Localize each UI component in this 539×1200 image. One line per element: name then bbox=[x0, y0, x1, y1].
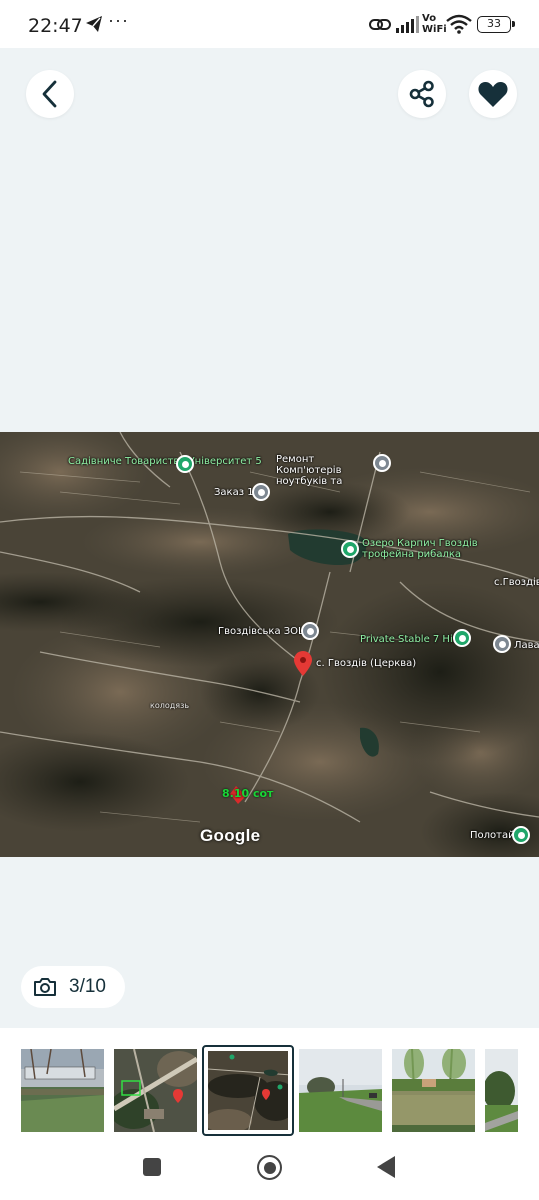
thumbnail-1[interactable] bbox=[21, 1049, 104, 1132]
map-pin-computer-repair[interactable] bbox=[373, 454, 391, 472]
map-pin-stable[interactable] bbox=[453, 629, 471, 647]
plot-area-label: 8.10 сот bbox=[222, 787, 274, 800]
link-icon bbox=[369, 19, 391, 30]
favorite-button[interactable] bbox=[469, 70, 517, 118]
map-pin-garden-society[interactable] bbox=[176, 455, 194, 473]
telegram-icon bbox=[86, 16, 102, 32]
share-icon bbox=[409, 80, 434, 108]
map-label-lava: Лава bbox=[514, 640, 539, 651]
thumbnail-3-image bbox=[208, 1051, 288, 1130]
back-button[interactable] bbox=[26, 70, 74, 118]
photo-counter: 3/10 bbox=[21, 966, 125, 1008]
vowifi-label: Vo WiFi bbox=[422, 13, 447, 35]
map-pin-lake[interactable] bbox=[341, 540, 359, 558]
map-label-well: колодязь bbox=[150, 701, 190, 710]
signal-icon bbox=[396, 16, 419, 33]
recent-apps-button[interactable] bbox=[143, 1158, 161, 1176]
status-bar: 22:47 ··· Vo WiFi 33 bbox=[0, 0, 539, 48]
map-pin-school[interactable] bbox=[301, 622, 319, 640]
camera-icon bbox=[34, 978, 56, 996]
thumbnail-6-image bbox=[485, 1049, 518, 1132]
thumbnail-4[interactable] bbox=[299, 1049, 382, 1132]
system-back-button[interactable] bbox=[377, 1156, 395, 1178]
map-label-order: Заказ 1 bbox=[214, 487, 254, 498]
thumbnail-5-image bbox=[392, 1049, 475, 1132]
status-time: 22:47 bbox=[28, 15, 83, 37]
wifi-icon bbox=[446, 14, 472, 34]
map-label-lake: Озеро Карпич Гвоздів трофейна рибалка bbox=[362, 538, 478, 560]
map-label-church: с. Гвоздів (Церква) bbox=[316, 658, 417, 669]
map-label-village: с.Гвоздів bbox=[494, 577, 539, 588]
map-pin-order[interactable] bbox=[252, 483, 270, 501]
map-label-garden-society: Садівниче Товариство Університет 5 bbox=[68, 456, 262, 467]
map-label-school: Гвоздівська ЗОШ bbox=[218, 626, 309, 637]
thumbnail-3[interactable] bbox=[202, 1045, 294, 1136]
map-pin-lava[interactable] bbox=[493, 635, 511, 653]
thumbnail-2-image bbox=[114, 1049, 197, 1132]
map-label-stable: Private Stable 7 Hills bbox=[360, 634, 464, 645]
thumbnail-2[interactable] bbox=[114, 1049, 197, 1132]
more-notifications-icon: ··· bbox=[108, 10, 129, 30]
thumbnail-4-image bbox=[299, 1049, 382, 1132]
google-logo: Google bbox=[200, 826, 261, 845]
thumbnail-1-image bbox=[21, 1049, 104, 1132]
battery-indicator: 33 bbox=[477, 16, 515, 33]
heart-icon bbox=[478, 82, 508, 107]
thumbnail-5[interactable] bbox=[392, 1049, 475, 1132]
chevron-left-icon bbox=[42, 80, 57, 108]
share-button[interactable] bbox=[398, 70, 446, 118]
map-pin-polotai[interactable] bbox=[512, 826, 530, 844]
screen: 22:47 ··· Vo WiFi 33 Садівниче Товариств… bbox=[0, 0, 539, 1200]
photo-counter-text: 3/10 bbox=[69, 976, 106, 997]
map-label-computer-repair: Ремонт Комп'ютерів ноутбуків та bbox=[276, 454, 343, 487]
home-button[interactable] bbox=[257, 1155, 282, 1180]
thumbnail-6[interactable] bbox=[485, 1049, 518, 1132]
map-label-polotai: Полотай bbox=[470, 830, 515, 841]
